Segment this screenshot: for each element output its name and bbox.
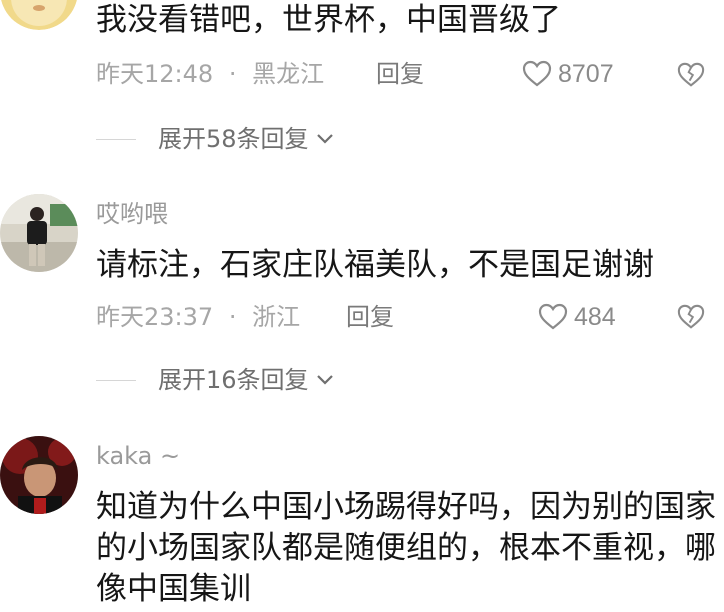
comment-text: 知道为什么中国小场踢得好吗，因为别的国家的小场国家队都是随便组的，根本不重视，哪… — [96, 489, 716, 607]
expand-replies-button[interactable]: 展开58条回复 — [96, 122, 335, 156]
expand-replies-label: 展开16条回复 — [158, 366, 309, 394]
dislike-button[interactable] — [677, 303, 705, 331]
comment-text: 我没看错吧，世界杯，中国晋级了 — [96, 2, 561, 38]
avatar-image — [0, 194, 78, 272]
divider-line — [96, 138, 136, 140]
comment-time: 昨天12:48 — [96, 60, 214, 88]
comment-time: 昨天23:37 — [96, 303, 214, 331]
broken-heart-icon — [677, 62, 705, 87]
comment-location: 浙江 — [252, 303, 301, 331]
reply-button[interactable]: 回复 — [376, 57, 424, 91]
comment-meta: 昨天23:37 · 浙江 — [96, 300, 300, 334]
broken-heart-icon — [677, 304, 705, 329]
reply-button[interactable]: 回复 — [346, 300, 394, 334]
heart-outline-icon — [522, 60, 552, 87]
dislike-button[interactable] — [677, 61, 705, 89]
username[interactable]: 哎哟喂 — [96, 199, 168, 229]
chevron-down-icon — [316, 375, 333, 385]
like-count: 8707 — [558, 59, 614, 88]
comment-location: 黑龙江 — [252, 60, 325, 88]
username[interactable]: kaka ~ — [96, 441, 180, 471]
expand-replies-label: 展开58条回复 — [158, 125, 309, 153]
avatar-image — [0, 436, 78, 514]
avatar[interactable] — [0, 436, 78, 514]
avatar[interactable] — [0, 0, 78, 30]
comment-text: 请标注，石家庄队福美队，不是国足谢谢 — [96, 247, 654, 283]
avatar-image — [1, 0, 77, 30]
comment-meta: 昨天12:48 · 黑龙江 — [96, 57, 324, 91]
like-button[interactable]: 8707 — [522, 57, 614, 91]
like-button[interactable]: 484 — [538, 300, 616, 334]
heart-outline-icon — [538, 303, 568, 330]
chevron-down-icon — [316, 134, 333, 144]
avatar[interactable] — [0, 194, 78, 272]
meta-separator: · — [228, 60, 237, 88]
meta-separator: · — [228, 303, 237, 331]
expand-replies-button[interactable]: 展开16条回复 — [96, 363, 335, 397]
like-count: 484 — [574, 302, 616, 331]
divider-line — [96, 379, 136, 381]
